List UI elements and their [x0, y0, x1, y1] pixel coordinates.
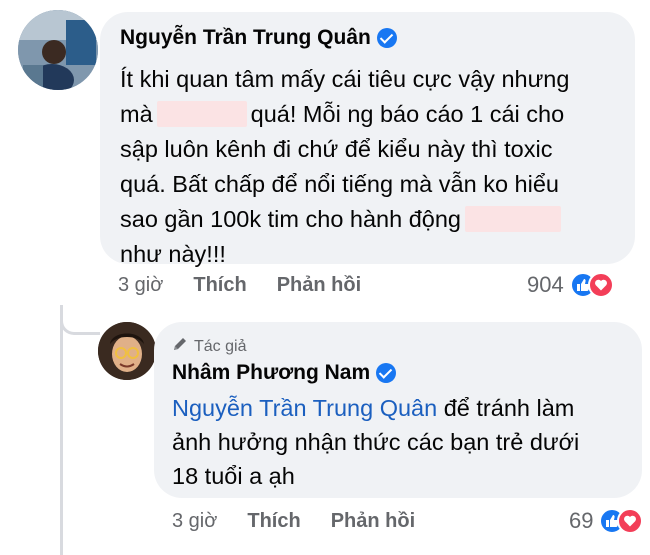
comment-time[interactable]: 3 giờ — [118, 274, 163, 297]
comment-author[interactable]: Nguyễn Trần Trung Quân — [120, 26, 615, 50]
reaction-summary[interactable]: 904 — [527, 272, 614, 298]
reply-author[interactable]: Nhâm Phương Nam — [172, 361, 624, 385]
thread-line — [60, 305, 63, 555]
comment-line: như này!!! — [120, 241, 226, 267]
reply-line: Nguyễn Trần Trung Quân để tránh làm — [172, 395, 575, 421]
comment-line: sao gần 100k tim cho hành động — [120, 202, 615, 237]
like-button[interactable]: Thích — [193, 274, 246, 297]
love-icon — [617, 508, 644, 534]
comment-line: quá. Bất chấp để nổi tiếng mà vẫn ko hiể… — [120, 171, 559, 197]
like-button[interactable]: Thích — [247, 510, 300, 533]
reply-text: Nguyễn Trần Trung Quân để tránh làm ảnh … — [172, 391, 624, 493]
pencil-icon — [172, 336, 188, 357]
redaction-mark — [465, 206, 562, 232]
comment-bubble: Nguyễn Trần Trung Quân Ít khi quan tâm m… — [100, 12, 635, 267]
comment-line: sập luôn kênh đi chứ để kiểu này thì tox… — [120, 136, 553, 162]
author-name[interactable]: Nguyễn Trần Trung Quân — [120, 26, 371, 50]
comment-actions: 3 giờ Thích Phản hồi — [118, 274, 361, 297]
reply-avatar[interactable] — [98, 322, 156, 380]
reply-button[interactable]: Phản hồi — [277, 274, 361, 297]
reply-line: 18 tuổi a ạh — [172, 463, 295, 489]
reaction-count[interactable]: 69 — [569, 508, 593, 534]
reply-line: ảnh hưởng nhận thức các bạn trẻ dưới — [172, 429, 580, 455]
avatar-photo — [98, 322, 156, 380]
love-icon — [587, 272, 614, 298]
comment-line: Ít khi quan tâm mấy cái tiêu cực vậy như… — [120, 66, 570, 92]
author-name[interactable]: Nhâm Phương Nam — [172, 361, 370, 385]
avatar-photo — [18, 10, 98, 90]
author-badge-label: Tác giả — [194, 337, 247, 355]
redaction-mark — [156, 101, 247, 127]
comment-line: mà quá! Mỗi ng báo cáo 1 cái cho — [120, 101, 565, 127]
avatar[interactable] — [18, 10, 98, 90]
mention-link[interactable]: Nguyễn Trần Trung Quân — [172, 395, 437, 421]
reaction-summary[interactable]: 69 — [569, 508, 644, 534]
verified-badge-icon — [376, 28, 397, 48]
verified-badge-icon — [376, 363, 397, 383]
author-badge: Tác giả — [172, 336, 624, 357]
reply-time[interactable]: 3 giờ — [172, 510, 217, 533]
thread-connector — [60, 305, 100, 335]
reply-button[interactable]: Phản hồi — [331, 510, 415, 533]
reaction-count[interactable]: 904 — [527, 272, 564, 298]
comment-text: Ít khi quan tâm mấy cái tiêu cực vậy như… — [120, 62, 615, 272]
reply-bubble: Tác giả Nhâm Phương Nam Nguyễn Trần Trun… — [154, 322, 642, 498]
reply-actions: 3 giờ Thích Phản hồi — [172, 510, 415, 533]
